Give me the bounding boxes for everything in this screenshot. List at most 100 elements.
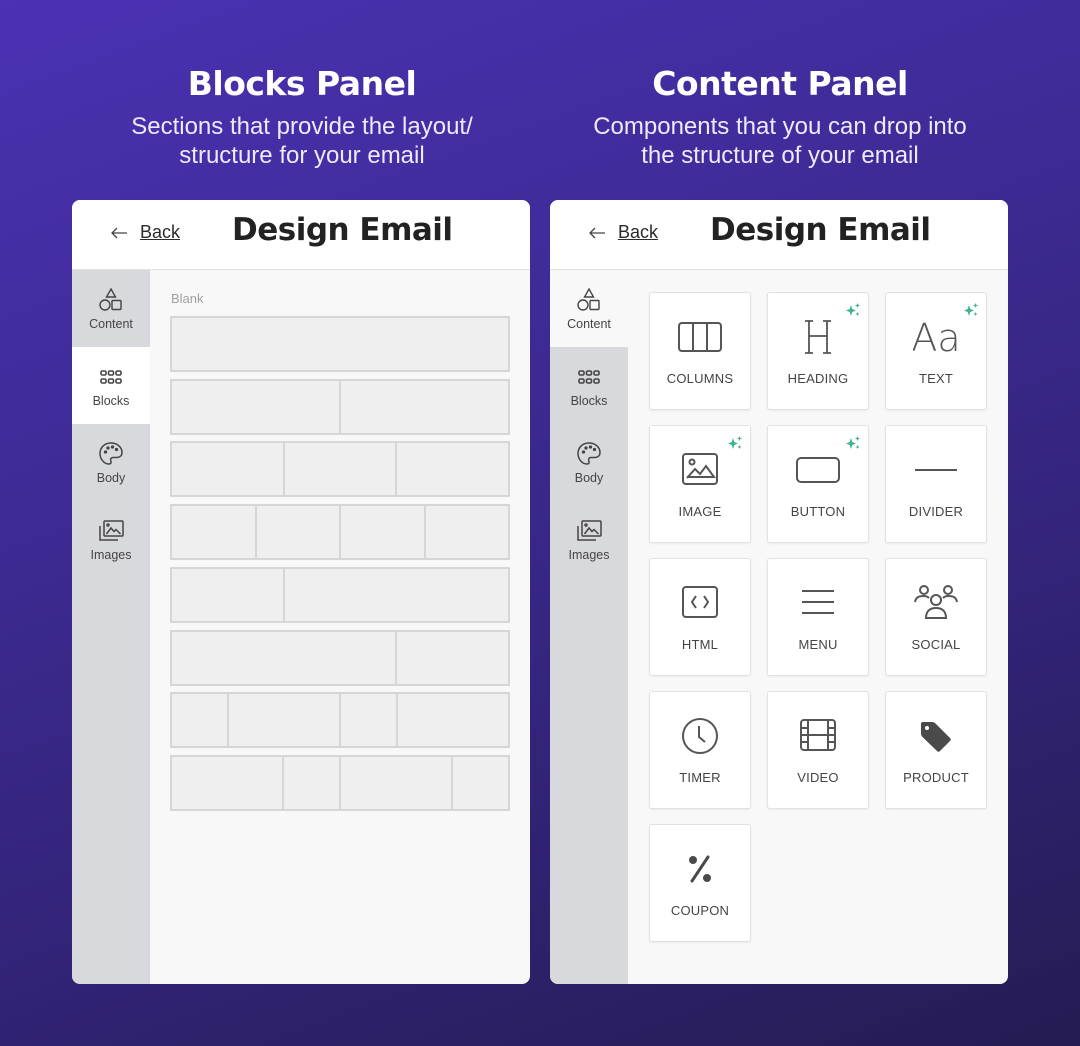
tile-icon-wrap (795, 716, 841, 756)
shapes-icon (577, 287, 600, 311)
content-tile-button[interactable]: BUTTON (767, 425, 869, 543)
page-title: Design Email (710, 212, 931, 248)
block-column (172, 506, 255, 559)
images-icon (577, 520, 602, 541)
back-button[interactable]: Back (588, 222, 658, 243)
content-tile-video[interactable]: VIDEO (767, 691, 869, 809)
content-tile-menu[interactable]: MENU (767, 558, 869, 676)
block-column (172, 694, 227, 747)
tile-label: PRODUCT (903, 770, 969, 785)
subtitle-line: Sections that provide the layout/ (131, 113, 473, 140)
block-column (339, 380, 508, 433)
subtitle-line: Components that you can drop into (593, 113, 967, 140)
tile-icon-wrap (795, 583, 841, 623)
block-column (396, 694, 508, 747)
sidebar-item-label: Blocks (570, 394, 608, 408)
block-column (172, 756, 282, 809)
code-icon (682, 586, 718, 618)
block-column (282, 756, 339, 809)
clock-icon (682, 718, 718, 754)
tile-icon-wrap: Aa (913, 317, 959, 357)
blocks-panel: Back Design Email Content Blocks Body Image… (72, 200, 530, 984)
tile-icon-wrap (913, 716, 959, 756)
sidebar-item-images[interactable]: Images (550, 501, 628, 578)
content-tiles-grid: COLUMNS HEADING Aa TEXT IMAGE BUTTON DIVIDER HT… (649, 292, 987, 942)
content-tile-product[interactable]: PRODUCT (885, 691, 987, 809)
sidebar-item-content[interactable]: Content (72, 270, 150, 347)
sidebar-item-blocks[interactable]: Blocks (550, 347, 628, 424)
content-tile-html[interactable]: HTML (649, 558, 751, 676)
block-layout-8-4[interactable] (170, 629, 510, 686)
subtitle-line: the structure of your email (641, 142, 919, 169)
tile-icon-wrap (795, 317, 841, 357)
content-tile-image[interactable]: IMAGE (649, 425, 751, 543)
block-layout-4-4-4[interactable] (170, 441, 510, 498)
grid-dots-icon (578, 370, 600, 384)
content-tile-coupon[interactable]: COUPON (649, 824, 751, 942)
block-layout-4-8[interactable] (170, 566, 510, 623)
grid-dots-icon (100, 370, 122, 384)
panel-header: Back Design Email (72, 200, 530, 270)
sidebar-item-label: Content (567, 317, 611, 331)
sidebar: Content Blocks Body Images (72, 270, 150, 984)
sidebar-item-content[interactable]: Content (550, 270, 628, 347)
block-column (172, 568, 284, 621)
sidebar-item-body[interactable]: Body (72, 424, 150, 501)
block-layout-12[interactable] (170, 316, 510, 372)
block-column (395, 443, 509, 496)
tile-icon-wrap (913, 583, 959, 623)
back-label: Back (140, 222, 181, 242)
button-icon (796, 457, 840, 483)
tag-icon (921, 722, 951, 752)
svg-text:Aa: Aa (913, 317, 959, 357)
blocks-list: Blank (150, 270, 530, 984)
sidebar-item-label: Body (574, 471, 604, 485)
content-tile-divider[interactable]: DIVIDER (885, 425, 987, 543)
tile-icon-wrap (795, 450, 841, 490)
sidebar-item-label: Images (90, 548, 132, 562)
block-column (172, 443, 283, 496)
tile-label: SOCIAL (911, 637, 961, 652)
block-column (282, 443, 396, 496)
content-tile-heading[interactable]: HEADING (767, 292, 869, 410)
sidebar-item-images[interactable]: Images (72, 501, 150, 578)
block-layout-2-4-2-4[interactable] (170, 692, 510, 749)
heading-subtitle: Components that you can drop into the st… (550, 112, 1010, 170)
sidebar-item-body[interactable]: Body (550, 424, 628, 501)
heading-icon (805, 320, 831, 354)
content-tile-timer[interactable]: TIMER (649, 691, 751, 809)
content-tile-columns[interactable]: COLUMNS (649, 292, 751, 410)
film-icon (800, 719, 836, 751)
content-tile-text[interactable]: Aa TEXT (885, 292, 987, 410)
block-column (254, 506, 339, 559)
heading-title: Blocks Panel (187, 64, 417, 103)
image-icon (682, 453, 718, 485)
block-column (339, 694, 396, 747)
sparkle-icon (728, 436, 742, 449)
arrow-left-icon (589, 227, 605, 238)
tile-icon-wrap (677, 716, 723, 756)
tile-icon-wrap (677, 849, 723, 889)
tile-label: COUPON (670, 903, 730, 918)
arrow-left-icon (111, 227, 127, 238)
block-column (423, 506, 508, 559)
back-button[interactable]: Back (110, 222, 180, 243)
menu-icon (802, 590, 834, 614)
sidebar-item-label: Body (96, 471, 126, 485)
block-column (172, 631, 395, 684)
block-layout-4-2-4-2[interactable] (170, 754, 510, 811)
people-icon (914, 585, 958, 619)
block-layout-6-6[interactable] (170, 378, 510, 435)
tile-label: MENU (798, 637, 838, 652)
content-panel-heading: Content Panel Components that you can dr… (550, 62, 1010, 170)
sidebar-item-blocks[interactable]: Blocks (72, 347, 150, 424)
block-layout-3-3-3-3[interactable] (170, 504, 510, 561)
sidebar-item-label: Blocks (92, 394, 130, 408)
content-tile-social[interactable]: SOCIAL (885, 558, 987, 676)
page-title: Design Email (232, 212, 453, 248)
block-column (451, 756, 508, 809)
sidebar-item-label: Content (89, 317, 133, 331)
shapes-icon (99, 287, 122, 311)
tile-icon-wrap (677, 450, 723, 490)
sidebar-item-label: Images (568, 548, 610, 562)
